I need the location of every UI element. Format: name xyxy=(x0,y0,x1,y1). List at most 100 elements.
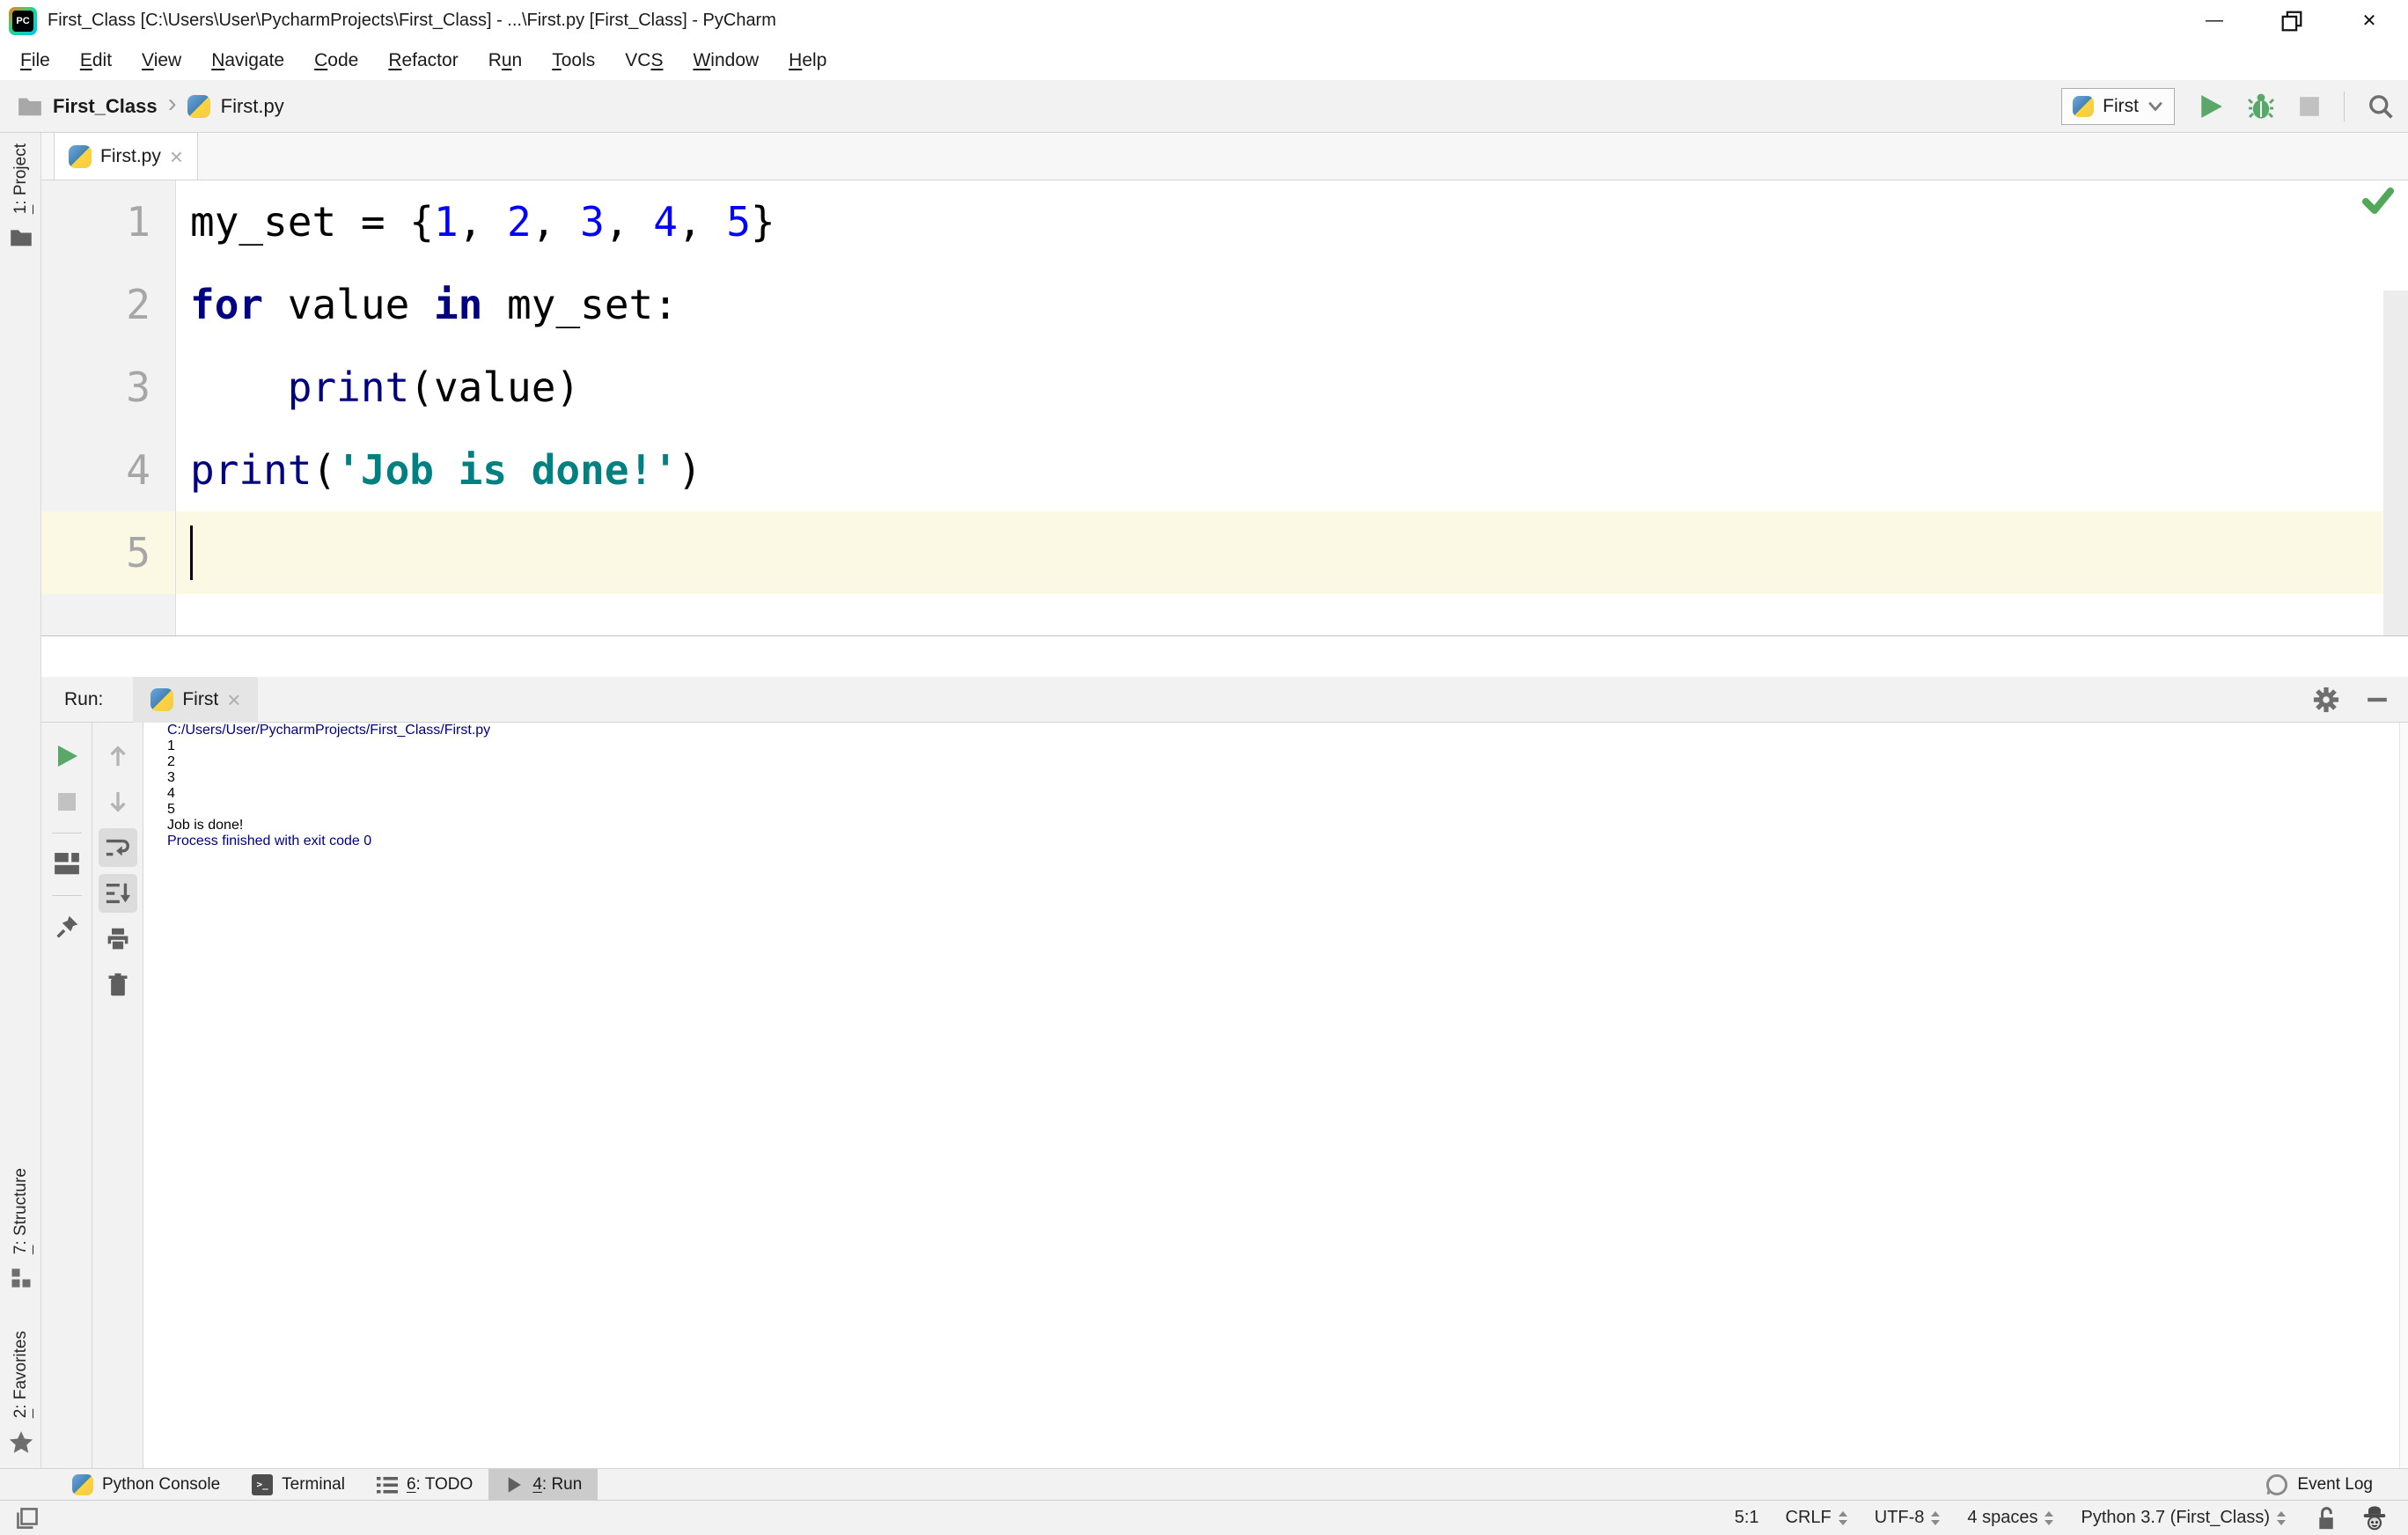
hide-panel-icon[interactable] xyxy=(2366,688,2389,711)
inspections-ok-icon[interactable] xyxy=(2362,187,2394,214)
code-text: for value in my_set: xyxy=(176,263,2408,346)
label: R xyxy=(488,50,502,70)
tool-button-favorites[interactable]: 2: Favorites xyxy=(11,1331,31,1418)
encoding-widget[interactable]: UTF-8 xyxy=(1875,1508,1942,1528)
menu-item-vcs[interactable]: VCS xyxy=(610,50,678,71)
soft-wrap-toggle[interactable] xyxy=(98,828,137,867)
menu-item-code[interactable]: Code xyxy=(299,50,373,71)
editor-run-splitter[interactable] xyxy=(41,635,2408,677)
line-number: 1 xyxy=(41,180,176,263)
down-stacktrace-button xyxy=(99,779,137,825)
label: 4: Run xyxy=(532,1474,583,1494)
editor-scrollbar[interactable] xyxy=(2383,290,2408,635)
code-segment: ( xyxy=(312,446,337,494)
menu-item-window[interactable]: Window xyxy=(678,50,774,71)
indent-widget[interactable]: 4 spaces xyxy=(1967,1508,2054,1528)
menu-item-run[interactable]: Run xyxy=(474,50,538,71)
run-config-name: First xyxy=(2103,95,2139,116)
print-button[interactable] xyxy=(99,916,137,962)
left-tool-strip: 1: Project 7: Structure 2: Favorites xyxy=(0,133,41,1468)
tool-window-toggle-icon[interactable] xyxy=(16,1507,39,1530)
label: 2 xyxy=(11,1408,30,1418)
code-segment: 2 xyxy=(507,198,532,246)
run-tab-first[interactable]: First × xyxy=(133,676,259,723)
close-button[interactable]: ✕ xyxy=(2331,0,2408,41)
editor-tab-bar: First.py × xyxy=(41,132,2408,180)
label: avigate xyxy=(224,50,285,70)
menu-item-tools[interactable]: Tools xyxy=(537,50,610,71)
unlocked-icon[interactable] xyxy=(2313,1506,2336,1531)
tool-window-bar: Python Console >_ Terminal 6: TODO 4: Ru… xyxy=(0,1468,2408,1500)
event-log-button[interactable]: Event Log xyxy=(2265,1469,2373,1500)
tool-button-project[interactable]: 1: Project xyxy=(11,143,31,214)
pycharm-logo-icon: PC xyxy=(9,6,37,35)
label: CRLF xyxy=(1785,1508,1832,1527)
tool-button-terminal[interactable]: >_ Terminal xyxy=(236,1469,361,1500)
code-segment: value xyxy=(263,281,434,328)
run-panel-header: Run: First × xyxy=(41,676,2408,723)
code-segment: 3 xyxy=(580,198,605,246)
label: ode xyxy=(327,50,359,70)
inspections-profile-icon[interactable] xyxy=(2362,1505,2387,1531)
menu-item-file[interactable]: File xyxy=(5,50,65,71)
menu-item-edit[interactable]: Edit xyxy=(65,50,127,71)
rerun-button[interactable] xyxy=(48,733,86,779)
minimize-button[interactable]: — xyxy=(2176,0,2253,41)
up-stacktrace-button xyxy=(99,733,137,779)
menu-item-view[interactable]: View xyxy=(127,50,196,71)
restore-button[interactable] xyxy=(2253,0,2331,41)
code-segment: for xyxy=(190,281,264,328)
label: u xyxy=(501,50,512,70)
restore-layout-button[interactable] xyxy=(48,841,86,887)
line-number: 2 xyxy=(41,263,176,346)
tab-close-icon[interactable]: × xyxy=(170,145,183,168)
debug-button[interactable] xyxy=(2247,92,2275,121)
caret-position-widget[interactable]: 5:1 xyxy=(1735,1508,1759,1528)
code-segment: 4 xyxy=(653,198,678,246)
menu-item-navigate[interactable]: Navigate xyxy=(196,50,299,71)
interpreter-widget[interactable]: Python 3.7 (First_Class) xyxy=(2081,1508,2287,1528)
code-segment: (value) xyxy=(409,364,581,411)
main-area: 1: Project 7: Structure 2: Favorites Fir… xyxy=(0,132,2408,1468)
scroll-to-end-toggle[interactable] xyxy=(98,874,137,913)
label: 7 xyxy=(11,1245,30,1255)
label: iew xyxy=(153,50,182,70)
pin-tab-button[interactable] xyxy=(48,904,86,950)
tool-button-run[interactable]: 4: Run xyxy=(488,1469,598,1500)
pycharm-window: PC First_Class [C:\Users\User\PycharmPro… xyxy=(0,0,2408,1535)
console-line: Process finished with exit code 0 xyxy=(167,834,372,848)
tool-button-python-console[interactable]: Python Console xyxy=(56,1469,236,1500)
breadcrumb-file[interactable]: First.py xyxy=(221,95,284,118)
line-ending-widget[interactable]: CRLF xyxy=(1786,1508,1848,1528)
label: indow xyxy=(710,50,760,70)
breadcrumb-project[interactable]: First_Class xyxy=(53,95,158,118)
run-tab-close-icon[interactable]: × xyxy=(227,688,240,711)
structure-icon xyxy=(11,1268,30,1288)
updown-icon xyxy=(2277,1510,2286,1525)
menu-item-refactor[interactable]: Refactor xyxy=(373,50,473,71)
code-segment: 'Job is done!' xyxy=(336,446,678,494)
toolbar-divider xyxy=(2344,91,2345,121)
code-line: 2 for value in my_set: xyxy=(41,263,2408,346)
console-scrollbar[interactable] xyxy=(2399,723,2408,1468)
label: elp xyxy=(802,50,827,70)
label: 6: TODO xyxy=(406,1474,474,1494)
tool-button-structure[interactable]: 7: Structure xyxy=(11,1168,31,1254)
tool-button-todo[interactable]: 6: TODO xyxy=(361,1469,488,1500)
label: Python 3.7 (First_Class) xyxy=(2081,1508,2270,1527)
window-controls: — ✕ xyxy=(2176,0,2408,41)
run-config-select[interactable]: First xyxy=(2061,87,2175,125)
editor-tab-first-py[interactable]: First.py × xyxy=(54,132,199,180)
menu-item-help[interactable]: Help xyxy=(774,50,841,71)
code-line: 4 print('Job is done!') xyxy=(41,429,2408,511)
breadcrumb: First_Class › First.py xyxy=(18,90,284,118)
clear-console-button[interactable] xyxy=(99,962,137,1008)
console-output[interactable]: C:/Users/User/PycharmProjects/First_Clas… xyxy=(143,723,2408,1468)
code-editor[interactable]: 1 my_set = {1, 2, 3, 4, 5} 2 for value i… xyxy=(41,180,2408,635)
label: S xyxy=(650,50,664,70)
run-button[interactable] xyxy=(2198,93,2224,120)
search-everywhere-button[interactable] xyxy=(2368,93,2394,120)
settings-gear-icon[interactable] xyxy=(2313,687,2339,713)
